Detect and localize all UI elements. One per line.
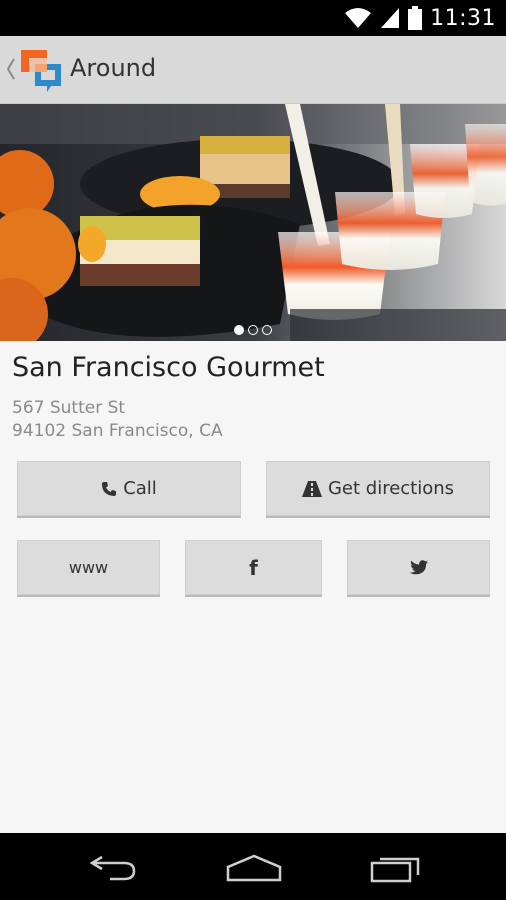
back-icon[interactable] <box>88 853 138 883</box>
battery-icon <box>408 6 423 30</box>
directions-label: Get directions <box>327 478 455 499</box>
address-city: 94102 San Francisco, CA <box>12 421 223 441</box>
recents-icon[interactable] <box>370 853 422 883</box>
phone-icon <box>102 481 117 496</box>
pager-dot-active[interactable] <box>234 325 244 335</box>
wifi-icon <box>345 8 372 28</box>
facebook-button[interactable]: f <box>185 540 322 595</box>
website-button[interactable]: www <box>17 540 160 595</box>
twitter-button[interactable] <box>347 540 490 595</box>
call-button[interactable]: Call <box>17 461 241 516</box>
action-bar: Around <box>0 36 506 104</box>
status-bar: 11:31 <box>0 0 506 36</box>
www-label: www <box>68 558 109 577</box>
get-directions-button[interactable]: Get directions <box>266 461 490 516</box>
status-icons: 11:31 <box>344 4 496 32</box>
facebook-icon: f <box>249 555 258 580</box>
place-photo-carousel[interactable] <box>0 104 506 341</box>
carousel-pager <box>234 325 272 335</box>
status-time: 11:31 <box>430 5 496 31</box>
place-name: San Francisco Gourmet <box>12 352 325 383</box>
system-nav-bar <box>0 833 506 900</box>
app-title: Around <box>70 54 157 82</box>
chevron-left-icon <box>6 58 15 80</box>
twitter-icon <box>409 560 428 575</box>
place-photo <box>0 104 506 341</box>
home-icon[interactable] <box>226 853 282 883</box>
pager-dot[interactable] <box>248 325 258 335</box>
around-logo-icon <box>21 50 61 92</box>
pager-dot[interactable] <box>262 325 272 335</box>
road-icon <box>301 480 322 497</box>
address-street: 567 Sutter St <box>12 398 126 418</box>
call-label: Call <box>123 478 157 499</box>
signal-icon <box>381 8 400 28</box>
